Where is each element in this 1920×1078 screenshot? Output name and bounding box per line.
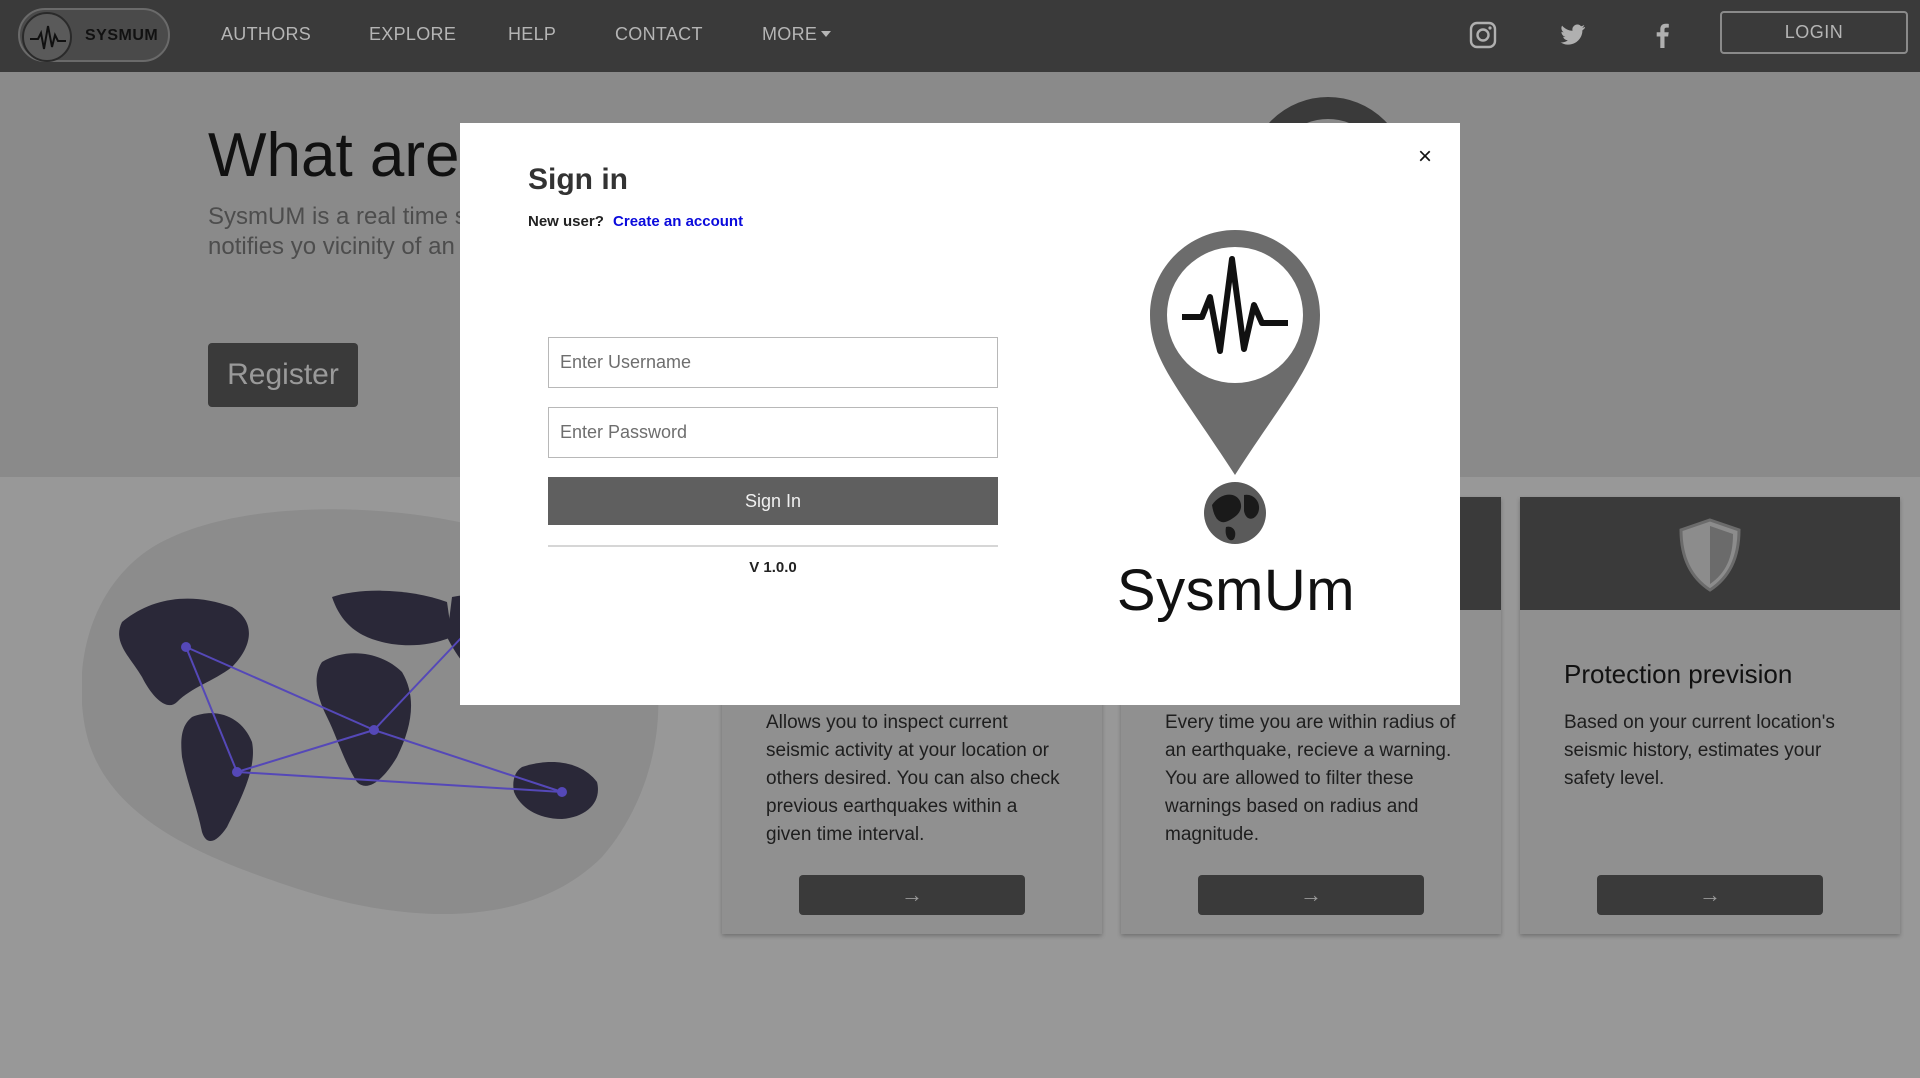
modal-title: Sign in [528,163,628,196]
brand-logo[interactable]: SYSMUM [18,8,170,62]
instagram-icon[interactable] [1468,20,1498,50]
arrow-right-icon: → [1300,882,1322,907]
sign-in-modal: × Sign in New user? Create an account Si… [460,123,1460,705]
create-account-link[interactable]: Create an account [613,213,743,230]
register-button[interactable]: Register [208,343,358,407]
shield-icon [1679,518,1741,592]
card-description: Allows you to inspect current seismic ac… [766,712,1060,845]
password-input[interactable] [548,407,998,458]
twitter-icon[interactable] [1558,20,1588,50]
globe-icon [1204,482,1266,544]
facebook-icon[interactable] [1648,20,1678,50]
nav-contact[interactable]: CONTACT [615,24,703,45]
username-input[interactable] [548,337,998,388]
seismograph-icon [22,12,72,62]
card-arrow-button[interactable]: → [1597,875,1823,915]
location-pin-seismograph-icon [1150,230,1320,544]
nav-more-dropdown[interactable]: MORE [762,24,831,45]
new-user-prompt: New user? Create an account [528,213,743,230]
divider [548,545,998,547]
sign-in-button[interactable]: Sign In [548,477,998,525]
card-title: Protection prevision [1564,659,1793,689]
feature-card-protection: Protection prevision Based on your curre… [1520,497,1900,934]
nav-help[interactable]: HELP [508,24,556,45]
card-arrow-button[interactable]: → [799,875,1025,915]
new-user-text: New user? [528,213,604,230]
nav-explore[interactable]: EXPLORE [369,24,456,45]
card-description: Based on your current location's seismic… [1564,712,1835,789]
version-label: V 1.0.0 [749,559,797,576]
card-header [1520,497,1900,610]
card-description: Every time you are within radius of an e… [1165,712,1456,845]
nav-authors[interactable]: AUTHORS [221,24,311,45]
arrow-right-icon: → [1699,882,1721,907]
hero-title: What are [208,121,460,190]
modal-brand-name: SysmUm [1116,558,1356,623]
login-button[interactable]: LOGIN [1720,11,1908,54]
top-navbar: SYSMUM AUTHORS EXPLORE HELP CONTACT MORE… [0,0,1920,72]
close-icon[interactable]: × [1412,145,1438,171]
card-arrow-button[interactable]: → [1198,875,1424,915]
brand-name: SYSMUM [85,27,159,44]
arrow-right-icon: → [901,882,923,907]
